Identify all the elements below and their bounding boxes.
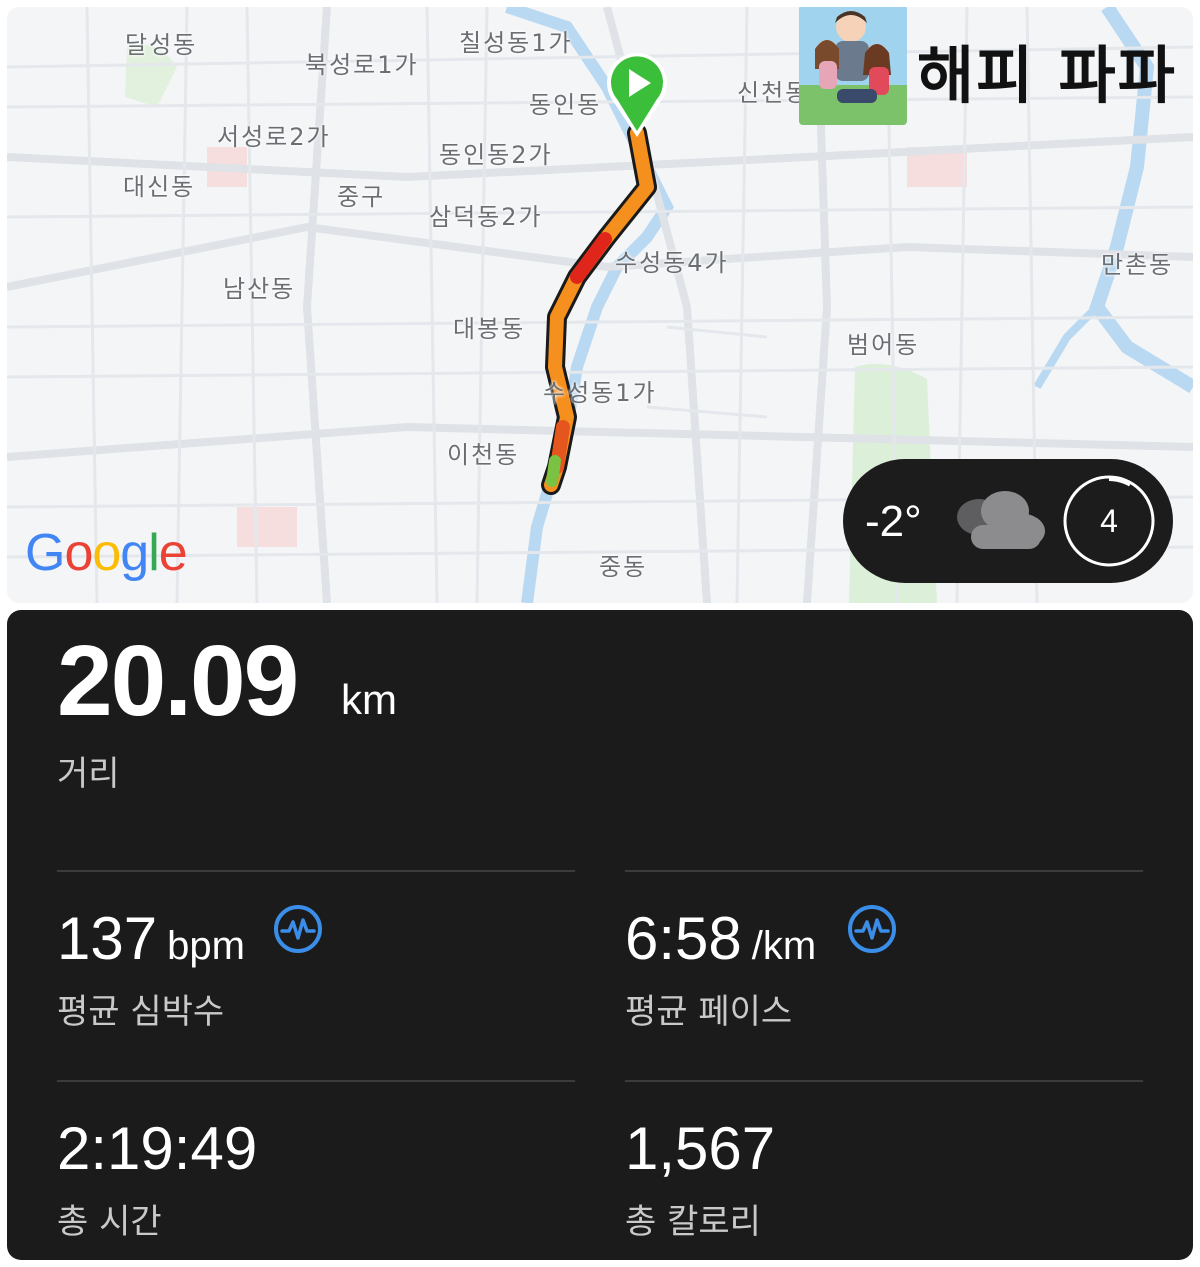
place-label: 북성로1가: [305, 51, 419, 79]
uv-index-value: 4: [1100, 503, 1118, 539]
divider: [57, 870, 575, 872]
place-label: 남산동: [223, 275, 296, 303]
divider: [57, 1080, 575, 1082]
pace-value-block: 6:58/km: [625, 904, 816, 973]
place-label: 중구: [337, 183, 386, 211]
brand-header: 해피 파파: [799, 7, 1193, 127]
place-label: 달성동: [125, 31, 198, 59]
place-label: 만촌동: [1101, 251, 1174, 279]
place-label: 중동: [599, 553, 648, 581]
start-marker-icon[interactable]: [605, 51, 669, 139]
place-label: 대신동: [123, 173, 196, 201]
divider: [625, 1080, 1143, 1082]
duration-label: 총 시간: [57, 1202, 162, 1242]
weather-widget: -2° 4: [843, 459, 1173, 583]
place-label: 수성동1가: [543, 379, 657, 407]
heart-rate-label: 평균 심박수: [57, 992, 225, 1032]
brand-name: 해피 파파: [917, 39, 1177, 112]
duration-value: 2:19:49: [57, 1115, 258, 1182]
calories-value: 1,567: [625, 1115, 776, 1182]
place-label: 수성동4가: [615, 249, 729, 277]
pace-label: 평균 페이스: [625, 992, 793, 1032]
place-label: 이천동: [447, 441, 520, 469]
place-label: 범어동: [847, 331, 920, 359]
place-label: 삼덕동2가: [429, 203, 543, 231]
google-logo: Google: [25, 524, 188, 582]
uv-index-ring: 4: [1061, 473, 1157, 569]
place-label: 서성로2가: [217, 123, 331, 151]
heart-rate-value-block: 137 bpm: [57, 904, 245, 973]
divider: [625, 870, 1143, 872]
heart-rate-chart-icon[interactable]: [273, 904, 323, 954]
family-avatar-icon: [799, 7, 907, 125]
heart-rate-value: 137: [57, 905, 158, 972]
place-label: 칠성동1가: [459, 29, 573, 57]
distance-label: 거리: [57, 754, 120, 794]
stats-panel: 20.09 km 거리 137 bpm 평균 심박수 6:58/km 평균 페이스…: [7, 610, 1193, 1260]
distance-unit: km: [341, 676, 397, 723]
pace-chart-icon[interactable]: [847, 904, 897, 954]
pace-value: 6:58: [625, 905, 742, 972]
cloud-icon: [957, 491, 1045, 549]
route-map[interactable]: 달성동 북성로1가 칠성동1가 동인동 신천동 서성로2가 동인동2가 대신동 중구 삼덕동2가 수…: [7, 7, 1193, 603]
temperature: -2°: [865, 497, 922, 546]
heart-rate-unit: bpm: [167, 924, 245, 968]
pace-unit: /km: [751, 924, 817, 968]
place-label: 동인동: [529, 91, 602, 119]
place-label: 동인동2가: [439, 141, 553, 169]
distance-value: 20.09: [57, 625, 299, 737]
place-label: 대봉동: [453, 315, 526, 343]
calories-label: 총 칼로리: [625, 1202, 761, 1242]
